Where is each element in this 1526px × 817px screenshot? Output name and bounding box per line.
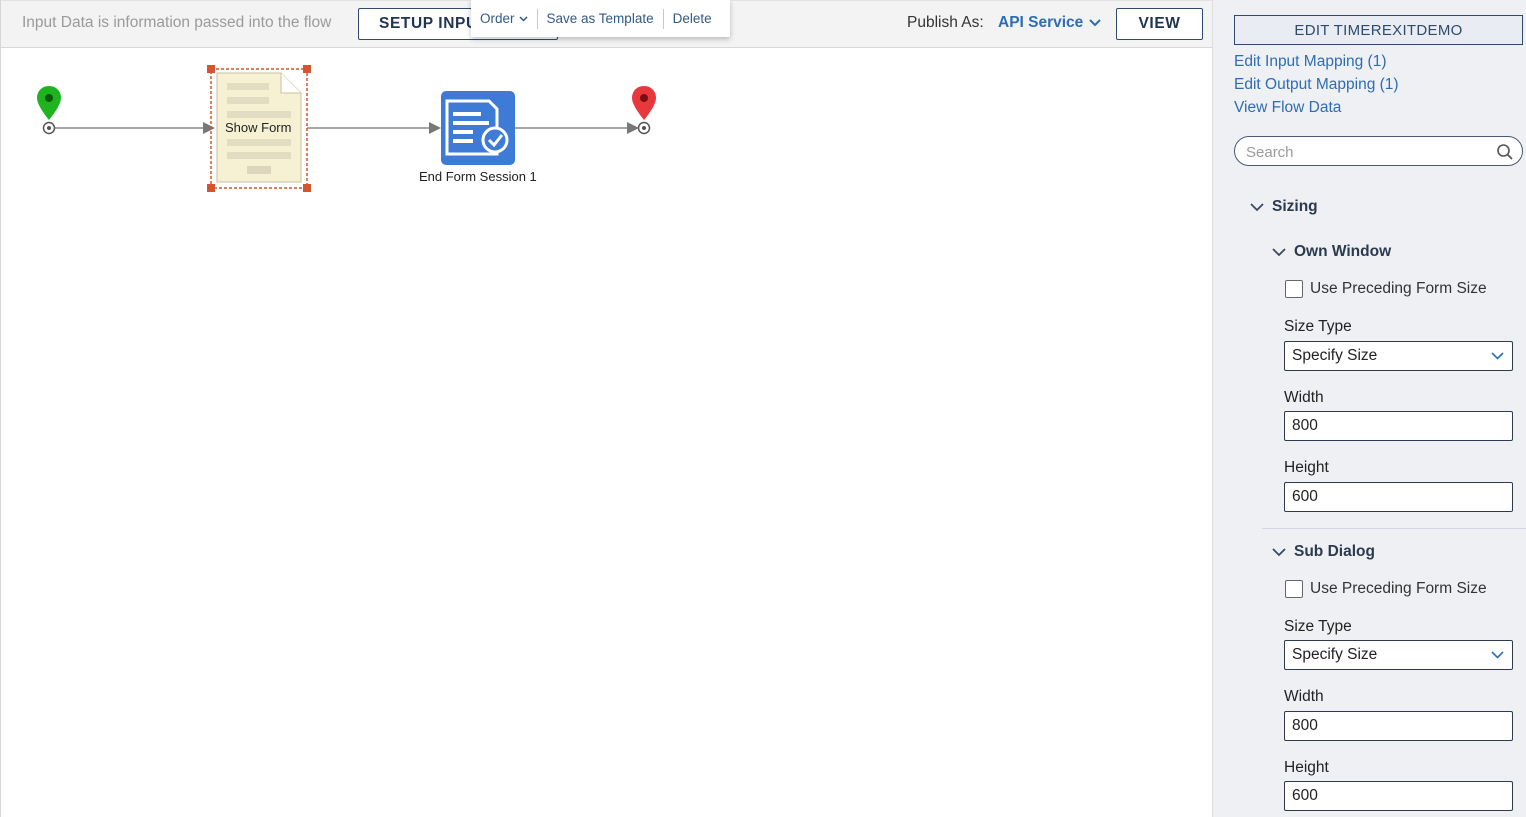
sub-dialog-width-input[interactable]: 800 bbox=[1284, 711, 1513, 741]
sub-dialog-height-input[interactable]: 600 bbox=[1284, 781, 1513, 811]
flow-diagram bbox=[37, 65, 656, 192]
properties-panel: EDIT TIMEREXITDEMO Edit Input Mapping (1… bbox=[1212, 0, 1526, 817]
search-icon[interactable] bbox=[1496, 143, 1514, 161]
search-input[interactable] bbox=[1246, 142, 1486, 162]
publish-as-dropdown[interactable]: API Service bbox=[998, 14, 1102, 32]
order-menu-item[interactable]: Order bbox=[471, 9, 537, 29]
own-window-size-type-select[interactable]: Specify Size bbox=[1284, 341, 1513, 371]
sub-dialog-width-label: Width bbox=[1284, 688, 1324, 705]
own-window-title: Own Window bbox=[1294, 243, 1392, 260]
section-divider bbox=[1262, 528, 1526, 529]
show-form-label: Show Form bbox=[225, 120, 292, 135]
edit-input-mapping-link[interactable]: Edit Input Mapping (1) bbox=[1234, 53, 1387, 71]
view-button[interactable]: VIEW bbox=[1116, 8, 1203, 40]
own-window-width-label: Width bbox=[1284, 389, 1324, 406]
own-window-section-toggle[interactable]: Own Window bbox=[1272, 243, 1391, 261]
connector-arrowhead bbox=[203, 122, 215, 134]
sub-dialog-preceding-size-row: Use Preceding Form Size bbox=[1285, 580, 1487, 598]
edit-flow-button[interactable]: EDIT TIMEREXITDEMO bbox=[1234, 15, 1523, 45]
own-window-size-type-label: Size Type bbox=[1284, 318, 1352, 335]
sizing-section-title: Sizing bbox=[1272, 198, 1318, 215]
order-label: Order bbox=[480, 11, 515, 26]
edit-output-mapping-link[interactable]: Edit Output Mapping (1) bbox=[1234, 76, 1399, 94]
own-window-preceding-size-row: Use Preceding Form Size bbox=[1285, 280, 1487, 298]
sub-dialog-title: Sub Dialog bbox=[1294, 543, 1375, 560]
own-window-width-input[interactable]: 800 bbox=[1284, 411, 1513, 441]
flow-designer: Input Data is information passed into th… bbox=[0, 0, 1213, 817]
chevron-down-icon bbox=[1272, 247, 1286, 256]
sub-dialog-preceding-size-label: Use Preceding Form Size bbox=[1310, 580, 1487, 597]
delete-menu-item[interactable]: Delete bbox=[664, 9, 721, 29]
sizing-section-toggle[interactable]: Sizing bbox=[1250, 198, 1318, 216]
chevron-down-icon bbox=[518, 15, 528, 22]
own-window-preceding-size-checkbox[interactable] bbox=[1285, 280, 1303, 298]
sub-dialog-preceding-size-checkbox[interactable] bbox=[1285, 580, 1303, 598]
chevron-down-icon bbox=[1089, 19, 1102, 27]
flow-canvas[interactable]: Show Form End Form Session 1 bbox=[1, 48, 1213, 817]
save-as-template-menu-item[interactable]: Save as Template bbox=[538, 9, 663, 29]
connector-arrowhead bbox=[627, 122, 639, 134]
publish-as-value: API Service bbox=[998, 14, 1084, 31]
own-window-size-type-value: Specify Size bbox=[1292, 347, 1378, 364]
search-field bbox=[1234, 136, 1523, 166]
chevron-down-icon bbox=[1491, 651, 1504, 659]
sub-dialog-size-type-label: Size Type bbox=[1284, 618, 1352, 635]
view-flow-data-link[interactable]: View Flow Data bbox=[1234, 99, 1341, 117]
end-form-session-label: End Form Session 1 bbox=[419, 169, 537, 184]
sub-dialog-size-type-value: Specify Size bbox=[1292, 646, 1378, 663]
own-window-preceding-size-label: Use Preceding Form Size bbox=[1310, 280, 1487, 297]
start-pin-icon[interactable] bbox=[37, 86, 61, 135]
connector-arrowhead bbox=[429, 122, 441, 134]
step-context-menu: Order Save as Template Delete bbox=[471, 0, 730, 37]
sub-dialog-height-label: Height bbox=[1284, 759, 1329, 776]
own-window-height-input[interactable]: 600 bbox=[1284, 482, 1513, 512]
chevron-down-icon bbox=[1491, 352, 1504, 360]
input-data-hint: Input Data is information passed into th… bbox=[22, 14, 332, 31]
own-window-height-label: Height bbox=[1284, 459, 1329, 476]
sub-dialog-section-toggle[interactable]: Sub Dialog bbox=[1272, 543, 1375, 561]
publish-as-label: Publish As: bbox=[907, 14, 984, 31]
chevron-down-icon bbox=[1272, 547, 1286, 556]
chevron-down-icon bbox=[1250, 202, 1264, 211]
end-form-session-step-icon[interactable] bbox=[441, 91, 515, 165]
sub-dialog-size-type-select[interactable]: Specify Size bbox=[1284, 640, 1513, 670]
